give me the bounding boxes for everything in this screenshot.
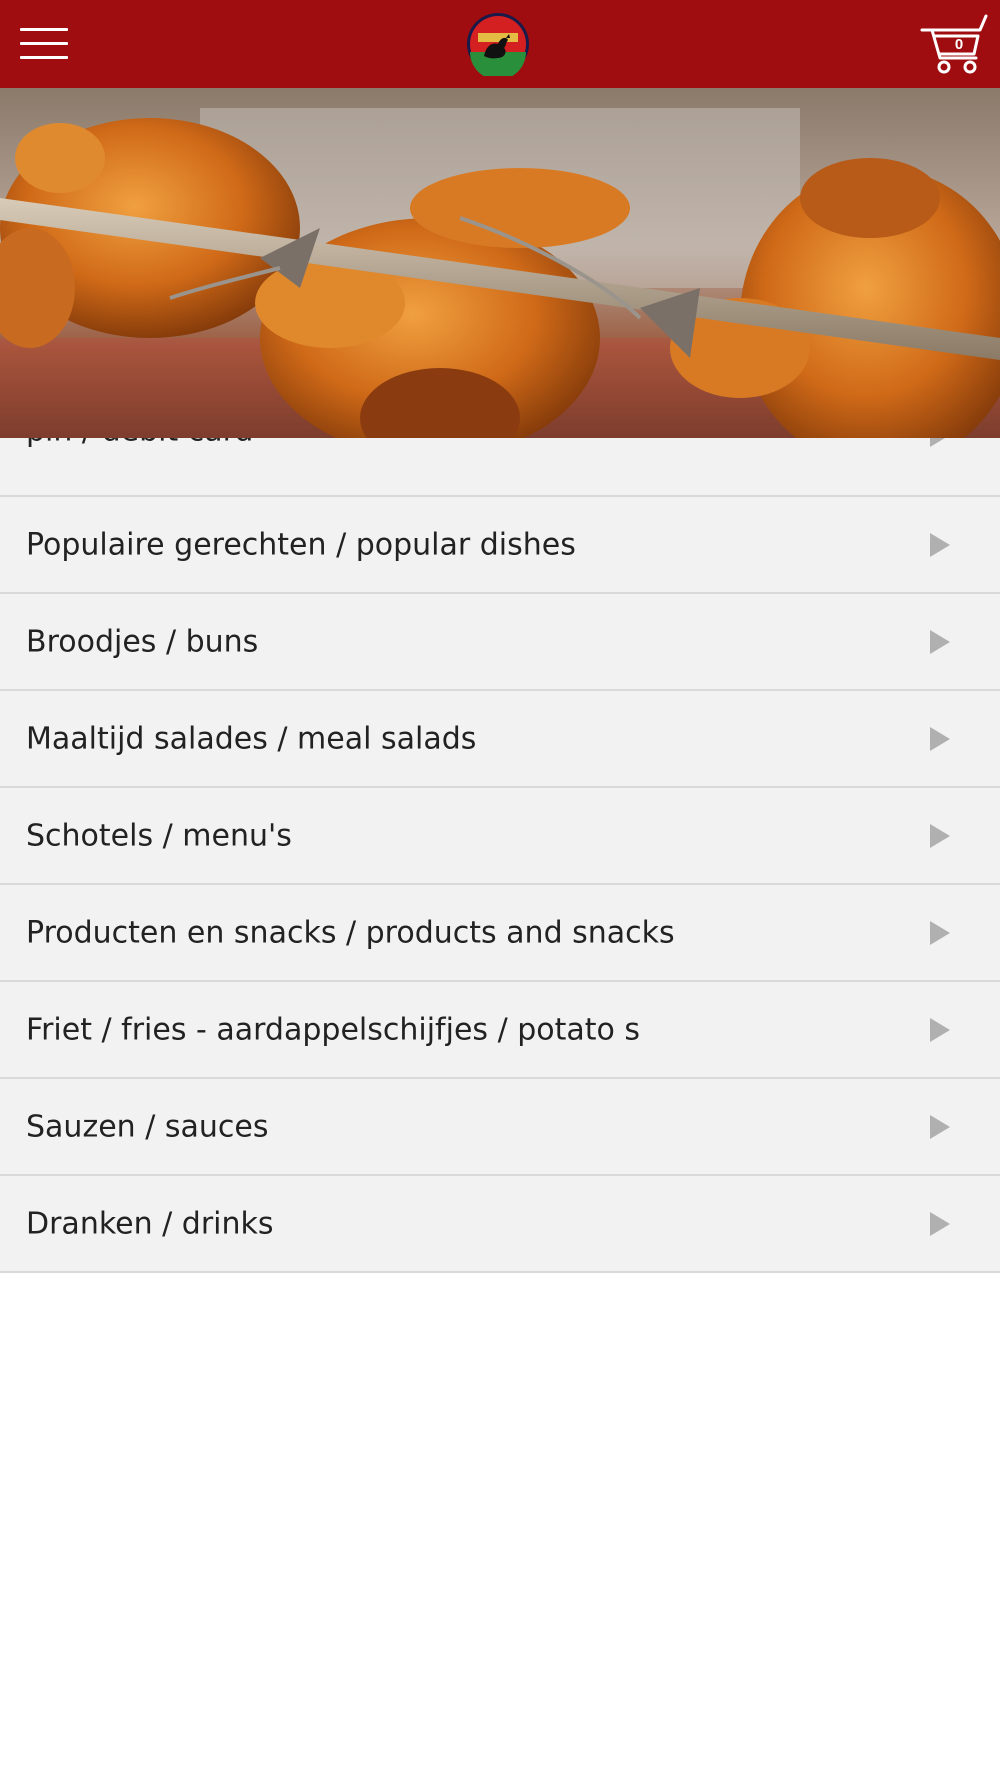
category-label: Dranken / drinks [26, 1206, 274, 1241]
menu-line [20, 56, 68, 59]
chevron-right-icon [930, 1017, 950, 1042]
chevron-right-icon [930, 1114, 950, 1139]
category-item[interactable]: Populaire gerechten / popular dishes [0, 495, 1000, 592]
category-item[interactable]: Sauzen / sauces [0, 1077, 1000, 1174]
cart-count-badge: 0 [954, 36, 964, 53]
category-label: Sauzen / sauces [26, 1109, 269, 1144]
chevron-right-icon [930, 1211, 950, 1236]
category-label: Populaire gerechten / popular dishes [26, 527, 576, 562]
category-item[interactable]: Dranken / drinks [0, 1174, 1000, 1271]
chevron-right-icon [930, 920, 950, 945]
category-label: Producten en snacks / products and snack… [26, 915, 675, 950]
menu-line [20, 42, 68, 45]
shopping-cart-icon[interactable]: 0 [920, 14, 990, 76]
category-label: Broodjes / buns [26, 624, 259, 659]
list-divider [0, 1271, 1000, 1273]
category-label: Maaltijd salades / meal salads [26, 721, 477, 756]
category-list: pin / debit card Populaire gerechten / p… [0, 405, 1000, 1273]
category-label: Friet / fries - aardappelschijfjes / pot… [26, 1012, 641, 1047]
category-label: Schotels / menu's [26, 818, 292, 853]
category-item[interactable]: Friet / fries - aardappelschijfjes / pot… [0, 980, 1000, 1077]
rooster-logo-icon[interactable] [466, 12, 530, 80]
menu-line [20, 28, 68, 31]
category-item[interactable]: Maaltijd salades / meal salads [0, 689, 1000, 786]
hero-image [0, 88, 1000, 438]
category-item[interactable]: Broodjes / buns [0, 592, 1000, 689]
chevron-right-icon [930, 726, 950, 751]
category-item[interactable]: Schotels / menu's [0, 786, 1000, 883]
category-item[interactable]: Producten en snacks / products and snack… [0, 883, 1000, 980]
chevron-right-icon [930, 629, 950, 654]
chevron-right-icon [930, 532, 950, 557]
app-root: 0 pin / debit card Populaire gerechten /… [0, 0, 1000, 1778]
top-bar: 0 [0, 0, 1000, 88]
chevron-right-icon [930, 823, 950, 848]
hamburger-menu-icon[interactable] [14, 18, 76, 70]
